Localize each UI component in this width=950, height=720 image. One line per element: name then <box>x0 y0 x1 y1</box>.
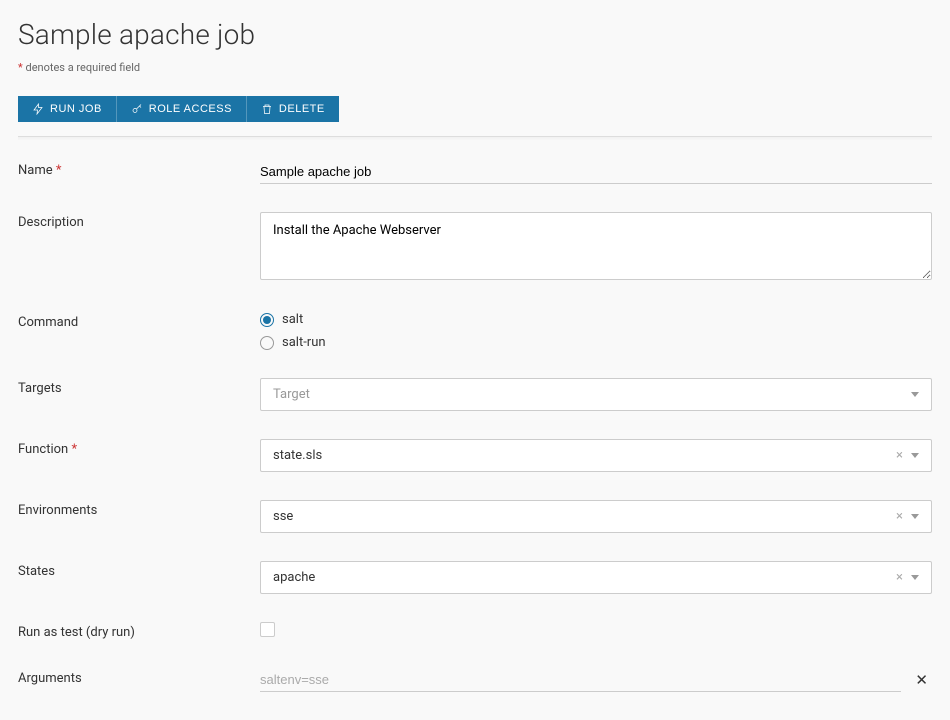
radio-label-salt: salt <box>282 312 303 327</box>
targets-row: Targets Target <box>18 378 932 411</box>
states-label: States <box>18 561 260 579</box>
radio-icon <box>260 336 274 350</box>
required-field-note: * denotes a required field <box>18 61 932 74</box>
command-row: Command salt salt-run <box>18 312 932 350</box>
chevron-down-icon <box>911 514 919 519</box>
argument-input[interactable] <box>260 668 901 692</box>
radio-label-salt-run: salt-run <box>282 335 326 350</box>
description-row: Description <box>18 212 932 284</box>
required-note-text: denotes a required field <box>25 61 140 74</box>
page-title: Sample apache job <box>18 18 932 51</box>
states-select[interactable]: apache × <box>260 561 932 594</box>
section-divider <box>18 136 932 140</box>
role-access-button[interactable]: ROLE ACCESS <box>117 96 247 122</box>
radio-icon <box>260 313 274 327</box>
arguments-label: Arguments <box>18 668 260 686</box>
name-row: Name * <box>18 160 932 184</box>
key-icon <box>131 103 143 115</box>
run-job-button[interactable]: RUN JOB <box>18 96 117 122</box>
environments-value: sse <box>273 509 293 524</box>
clear-icon[interactable]: × <box>896 509 903 524</box>
run-as-test-row: Run as test (dry run) <box>18 622 932 640</box>
delete-button[interactable]: DELETE <box>247 96 339 122</box>
states-value: apache <box>273 570 315 585</box>
asterisk-icon: * <box>71 442 77 457</box>
name-label: Name * <box>18 160 260 178</box>
asterisk-icon: * <box>18 61 23 74</box>
chevron-down-icon <box>911 575 919 580</box>
targets-label: Targets <box>18 378 260 396</box>
targets-placeholder: Target <box>273 387 310 402</box>
run-as-test-checkbox[interactable] <box>260 622 275 637</box>
environments-label: Environments <box>18 500 260 518</box>
run-as-test-label: Run as test (dry run) <box>18 622 260 640</box>
function-value: state.sls <box>273 448 322 463</box>
function-label: Function * <box>18 439 260 457</box>
action-toolbar: RUN JOB ROLE ACCESS DELETE <box>18 96 932 122</box>
command-label: Command <box>18 312 260 330</box>
targets-select[interactable]: Target <box>260 378 932 411</box>
trash-icon <box>261 103 273 115</box>
delete-label: DELETE <box>279 103 325 115</box>
command-radio-group: salt salt-run <box>260 312 932 350</box>
command-salt-run-radio[interactable]: salt-run <box>260 335 932 350</box>
states-row: States apache × <box>18 561 932 594</box>
command-salt-radio[interactable]: salt <box>260 312 932 327</box>
description-label: Description <box>18 212 260 230</box>
clear-icon[interactable]: × <box>896 448 903 463</box>
arguments-row: Arguments ✕ <box>18 668 932 692</box>
function-select[interactable]: state.sls × <box>260 439 932 472</box>
asterisk-icon: * <box>56 163 62 178</box>
environments-select[interactable]: sse × <box>260 500 932 533</box>
name-input[interactable] <box>260 160 932 184</box>
clear-icon[interactable]: × <box>896 570 903 585</box>
environments-row: Environments sse × <box>18 500 932 533</box>
role-access-label: ROLE ACCESS <box>149 103 232 115</box>
lightning-icon <box>32 103 44 115</box>
run-job-label: RUN JOB <box>50 103 102 115</box>
chevron-down-icon <box>911 392 919 397</box>
chevron-down-icon <box>911 453 919 458</box>
description-input[interactable] <box>260 212 932 280</box>
remove-argument-icon[interactable]: ✕ <box>911 671 932 689</box>
function-row: Function * state.sls × <box>18 439 932 472</box>
